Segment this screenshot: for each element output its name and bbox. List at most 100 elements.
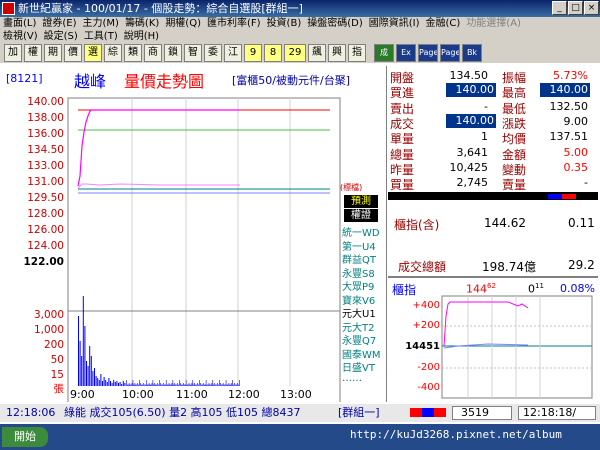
menu-item[interactable]: 功能選擇(A) (463, 17, 524, 30)
volume-bar (189, 384, 191, 386)
toolbar-button[interactable]: 鎖 (164, 44, 182, 62)
toolbar-icon-button[interactable]: Bk (462, 44, 482, 62)
volume-bar (114, 382, 116, 386)
menu-item[interactable]: 工具(T) (81, 30, 121, 43)
volume-bar (183, 384, 185, 386)
toolbar-button[interactable]: 價 (64, 44, 82, 62)
volume-bar (210, 384, 212, 386)
menu-item[interactable]: 期權(Q) (162, 17, 204, 30)
toolbar-icon-button[interactable]: 成 (374, 44, 394, 62)
volume-bar (86, 361, 87, 386)
volume-bar (92, 371, 94, 386)
toolbar-button[interactable]: 指 (348, 44, 366, 62)
volume-bar (155, 384, 157, 386)
toolbar-icon-button[interactable]: Page (440, 44, 460, 62)
price-tick-label: 138.00 (27, 112, 64, 124)
toolbar-button[interactable]: 權 (24, 44, 42, 62)
volume-tick-label: 張 (53, 383, 65, 395)
status-number: 3519 (452, 406, 512, 420)
volume-bar (202, 384, 203, 386)
toolbar-button[interactable]: 商 (144, 44, 162, 62)
minimize-button[interactable]: _ (552, 1, 567, 15)
menu-item[interactable]: 說明(H) (121, 30, 162, 43)
toolbar-button[interactable]: 興 (328, 44, 346, 62)
price-tick-label: 124.00 (27, 240, 64, 252)
menu-item[interactable]: 投資(B) (264, 17, 305, 30)
toolbar-button[interactable]: 加 (4, 44, 22, 62)
plot-frame (67, 97, 341, 402)
warrant-list-item[interactable]: …… (342, 373, 362, 384)
quote-value-svol: - (584, 176, 588, 190)
volume-bar (168, 383, 170, 386)
volume-bar (221, 384, 223, 386)
volume-bar (132, 380, 134, 386)
volume-bar (200, 383, 201, 386)
toolbar-icon-button[interactable]: Page (418, 44, 438, 62)
warrant-button[interactable]: 權證 (344, 209, 378, 222)
volume-bar (225, 380, 227, 386)
volume-bar (216, 384, 217, 386)
toolbar-button[interactable]: 委 (204, 44, 222, 62)
toolbar-button[interactable]: 9 (244, 44, 262, 62)
toolbar-button[interactable]: 綜 (104, 44, 122, 62)
maximize-button[interactable]: □ (568, 1, 583, 15)
toolbar-button[interactable]: 8 (264, 44, 282, 62)
volume-bar (163, 383, 164, 386)
quote-label-bvol: 買量 (390, 178, 415, 193)
menu-item[interactable]: 設定(S) (41, 30, 81, 43)
volume-bar (228, 383, 230, 386)
volume-bar (211, 383, 213, 386)
toolbar-button[interactable]: 選 (84, 44, 102, 62)
volume-bar (161, 384, 162, 386)
quote-value-var: 0.35 (563, 160, 589, 174)
volume-bar (79, 341, 81, 386)
volume-bar (156, 384, 157, 386)
volume-bar (181, 384, 182, 386)
app-icon (2, 2, 15, 15)
volume-bar (222, 383, 224, 386)
volume-bar (238, 384, 239, 386)
volume-bar (205, 380, 207, 386)
toolbar-button[interactable]: 江 (224, 44, 242, 62)
volume-bar (133, 384, 135, 386)
toolbar-button[interactable]: 期 (44, 44, 62, 62)
predict-button[interactable]: 預測 (344, 195, 378, 208)
toolbar-icon-button[interactable]: Ex (396, 44, 416, 62)
volume-bar (166, 384, 168, 386)
menu-item[interactable]: 檢視(V) (0, 30, 41, 43)
menu-item[interactable]: 國際資訊(I) (366, 17, 423, 30)
volume-bar (141, 384, 142, 386)
toolbar-button[interactable]: 飆 (308, 44, 326, 62)
menu-item[interactable]: 金融(C) (423, 17, 464, 30)
volume-bar (164, 384, 165, 386)
toolbar-button[interactable]: 29 (284, 44, 306, 62)
menu-item[interactable]: 操盤密碼(D) (304, 17, 366, 30)
volume-bar (234, 383, 235, 386)
price-tick-label: 126.00 (27, 224, 64, 236)
toolbar-button[interactable]: 智 (184, 44, 202, 62)
volume-bar (78, 316, 79, 386)
toolbar-button[interactable]: 類 (124, 44, 142, 62)
otc-index-change: 0.11 (568, 216, 595, 230)
taskbar: 開始 http://kuJd3268.pixnet.net/album (0, 424, 600, 450)
volume-bar (195, 384, 196, 386)
mini-separator (388, 276, 598, 278)
volume-bar (149, 384, 151, 386)
menu-item[interactable]: 證券(E) (39, 17, 79, 30)
volume-tick-label: 15 (50, 369, 64, 381)
volume-bar (226, 384, 228, 386)
volume-bar (152, 380, 154, 386)
volume-tick-label: 1,000 (33, 324, 64, 336)
menu-item[interactable]: 匯市利率(F) (204, 17, 264, 30)
menu-item[interactable]: 畫面(L) (0, 17, 39, 30)
volume-bar (94, 368, 95, 386)
volume-bar (214, 383, 215, 386)
volume-bar (111, 383, 113, 386)
close-button[interactable]: × (584, 1, 599, 15)
menu-item[interactable]: 籌碼(K) (122, 17, 162, 30)
start-button[interactable]: 開始 (2, 427, 48, 447)
volume-bar (194, 383, 195, 386)
menu-item[interactable]: 主力(M) (80, 17, 122, 30)
status-blue-block (422, 408, 434, 417)
volume-bar (176, 384, 177, 386)
